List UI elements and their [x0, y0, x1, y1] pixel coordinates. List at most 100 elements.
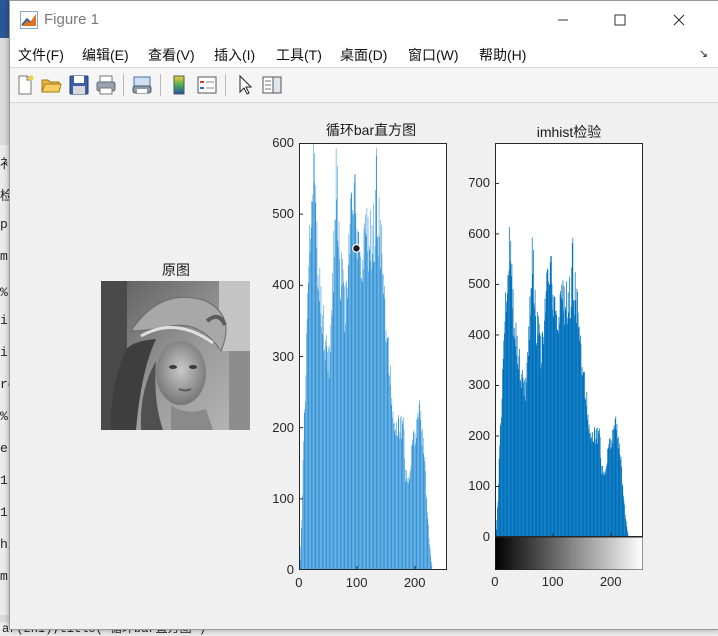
matlab-app-icon	[20, 11, 38, 29]
close-icon	[673, 14, 685, 26]
toolbar-separator	[160, 74, 161, 96]
histogram-bar	[400, 417, 401, 570]
menu-edit[interactable]: 编辑(E)	[82, 45, 129, 65]
histogram-bar	[308, 282, 309, 570]
histogram-bar	[378, 256, 379, 570]
menu-window[interactable]: 窗口(W)	[408, 45, 459, 65]
maximize-button[interactable]	[597, 1, 643, 39]
histogram-bar	[375, 190, 376, 570]
bg-code-fragment: 1	[0, 473, 8, 488]
histogram-bar	[420, 410, 422, 570]
histogram-bar	[365, 214, 366, 570]
histogram-bar	[386, 342, 387, 570]
histogram-bar	[314, 153, 315, 570]
histogram-bar	[409, 474, 411, 570]
histogram-bar	[373, 262, 375, 570]
menu-desktop[interactable]: 桌面(D)	[340, 45, 387, 65]
histogram-bar	[357, 231, 359, 570]
menu-file[interactable]: 文件(F)	[18, 45, 64, 65]
histogram-bar	[319, 301, 320, 570]
histogram-bar	[404, 458, 405, 570]
loop-hist-chart[interactable]	[299, 143, 447, 570]
histogram-bar	[306, 333, 307, 570]
figure-window[interactable]: Figure 1 文件(F) 编辑(E) 查看(V) 插入(I) 工具(T) 桌…	[9, 0, 718, 630]
save-icon[interactable]	[68, 74, 90, 96]
figure-canvas[interactable]: 原图 循环bar直方图 0 100 200 300 400 500 600 0 100 200	[10, 102, 718, 629]
minimize-button[interactable]	[540, 1, 586, 39]
menu-insert[interactable]: 插入(I)	[214, 45, 255, 65]
histogram-bar	[421, 445, 423, 570]
histogram-bar	[370, 261, 372, 570]
histogram-bar	[389, 385, 391, 570]
bg-code-fragment: e	[0, 441, 8, 456]
title-bar[interactable]: Figure 1	[10, 1, 718, 39]
histogram-bar	[406, 470, 407, 570]
histogram-bar	[303, 441, 304, 570]
bg-code-fragment: hi	[0, 537, 9, 552]
x-tick-label: 0	[491, 574, 499, 589]
legend-icon[interactable]	[196, 74, 218, 96]
histogram-bar	[405, 481, 407, 570]
pointer-icon[interactable]	[234, 74, 256, 96]
histogram-bar	[312, 194, 314, 570]
y-tick-label: 700	[468, 175, 490, 191]
histogram-bar	[388, 373, 390, 570]
histogram-bar	[306, 319, 308, 570]
histogram-bar	[397, 415, 399, 570]
histogram-bar	[324, 360, 326, 570]
histogram-bar	[325, 340, 326, 570]
histogram-bar	[369, 249, 371, 570]
link-print-icon[interactable]	[131, 74, 153, 96]
histogram-bar	[424, 457, 426, 570]
property-editor-icon[interactable]	[261, 74, 283, 96]
bg-top-strip	[0, 0, 9, 38]
histogram-bar	[346, 288, 348, 570]
imhist-chart[interactable]	[495, 143, 643, 537]
histogram-bar	[402, 420, 403, 570]
print-icon[interactable]	[95, 74, 117, 96]
histogram-bar	[425, 494, 427, 570]
histogram-bar	[389, 376, 390, 570]
histogram-bar	[379, 268, 381, 570]
histogram-bar	[354, 174, 355, 570]
histogram-bar	[381, 224, 382, 570]
menu-view[interactable]: 查看(V)	[148, 45, 195, 65]
histogram-bar	[318, 290, 319, 570]
menu-tools[interactable]: 工具(T)	[276, 45, 322, 65]
histogram-bar	[348, 265, 349, 570]
histogram-bar	[338, 221, 340, 570]
histogram-bar	[372, 253, 373, 570]
menu-help[interactable]: 帮助(H)	[479, 45, 526, 65]
histogram-bar	[305, 375, 307, 570]
histogram-bar	[408, 483, 409, 570]
histogram-bar	[428, 537, 430, 570]
histogram-bar	[337, 165, 338, 570]
histogram-bar	[305, 401, 306, 570]
close-button[interactable]	[656, 1, 702, 39]
dock-arrow-icon[interactable]: ↘	[699, 47, 708, 60]
histogram-bar	[362, 259, 364, 570]
histogram-bar	[353, 182, 355, 570]
histogram-bar	[366, 208, 368, 570]
histogram-bar	[403, 416, 404, 570]
histogram-bar	[349, 253, 350, 570]
histogram-bar	[332, 273, 333, 570]
datatip-marker[interactable]	[352, 243, 361, 253]
histogram-bar	[423, 453, 425, 570]
histogram-bar	[374, 261, 375, 570]
colorbar-icon[interactable]	[168, 74, 190, 96]
histogram-bar	[385, 340, 386, 570]
histogram-bar	[358, 232, 360, 570]
histogram-bar	[343, 286, 345, 570]
histogram-bar	[390, 405, 392, 570]
histogram-bar	[364, 223, 365, 570]
new-figure-icon[interactable]	[14, 74, 36, 96]
histogram-bar	[429, 544, 430, 570]
histogram-bar	[416, 437, 418, 570]
histogram-bar	[376, 148, 377, 570]
x-tick-label: 200	[599, 574, 622, 589]
toolbar	[10, 67, 718, 103]
open-file-icon[interactable]	[40, 74, 62, 96]
histogram-bar	[418, 417, 419, 570]
histogram-bar	[341, 252, 342, 570]
